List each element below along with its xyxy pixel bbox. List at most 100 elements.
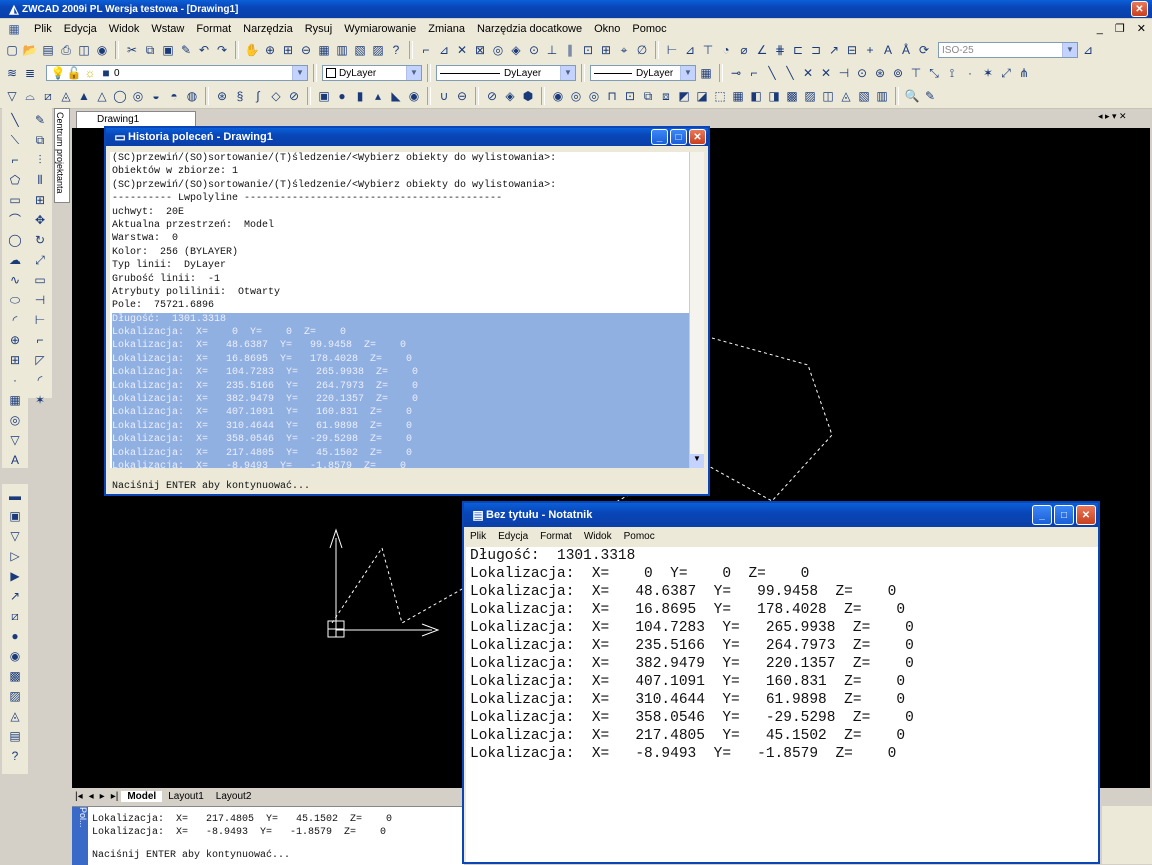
subtract-icon[interactable]: ⊖ <box>454 88 470 104</box>
main-title-bar[interactable]: ◭ ZWCAD 2009i PL Wersja testowa - [Drawi… <box>0 0 1152 18</box>
solid-dome-icon[interactable]: ◒ <box>148 88 164 104</box>
menu-narzedzia[interactable]: Narzędzia <box>237 23 299 35</box>
print-icon[interactable]: ⎙ <box>58 42 74 58</box>
plot-style-icon[interactable]: ▦ <box>698 65 714 81</box>
chevron-down-icon[interactable]: ▼ <box>680 66 695 80</box>
brush-icon[interactable]: ✎ <box>922 88 938 104</box>
zoom-realtime-icon[interactable]: ⊕ <box>262 42 278 58</box>
notepad-close-button[interactable]: ✕ <box>1076 505 1096 525</box>
dim-diameter-icon[interactable]: ⌀ <box>736 42 752 58</box>
trim-tool-icon[interactable]: ⊣ <box>32 292 48 308</box>
materials-tool-icon[interactable]: ▨ <box>7 688 23 704</box>
ray-icon[interactable]: ⊸ <box>728 65 744 81</box>
ray-tool-icon[interactable]: ⟍ <box>7 132 23 148</box>
prev-tab-arrow-icon[interactable]: ◂ <box>86 791 97 802</box>
render-tool-icon[interactable]: ▩ <box>7 668 23 684</box>
snap-tangent-icon[interactable]: ⊙ <box>526 42 542 58</box>
scroll-down-arrow-icon[interactable]: ▼ <box>690 454 704 468</box>
redo-icon[interactable]: ↷ <box>214 42 230 58</box>
scale-tool-icon[interactable]: ⤢ <box>32 252 48 268</box>
menu-wymiarowanie[interactable]: Wymiarowanie <box>338 23 422 35</box>
circle-tool-icon[interactable]: ◯ <box>7 232 23 248</box>
hatch-icon[interactable]: ⌓ <box>22 88 38 104</box>
rotate-icon[interactable]: ⊚ <box>890 65 906 81</box>
join-icon[interactable]: ⊤ <box>908 65 924 81</box>
menu-zmiana[interactable]: Zmiana <box>422 23 471 35</box>
dim-continue-icon[interactable]: ⊐ <box>808 42 824 58</box>
notepad-menu-pomoc[interactable]: Pomoc <box>618 531 661 542</box>
history-maximize-button[interactable]: □ <box>670 129 687 145</box>
lights-tool-icon[interactable]: ◬ <box>7 708 23 724</box>
notepad-text-area[interactable]: Długość: 1301.3318 Lokalizacja: X= 0 Y= 0… <box>466 547 1098 862</box>
view-top-icon[interactable]: ◉ <box>550 88 566 104</box>
mdi-minimize-button[interactable]: _ <box>1091 23 1109 35</box>
dim-ordinate-icon[interactable]: ⊤ <box>700 42 716 58</box>
lengthen-icon[interactable]: ⟟ <box>944 65 960 81</box>
ellipse-tool-icon[interactable]: ⬭ <box>7 292 23 308</box>
dim-update-icon[interactable]: ⟳ <box>916 42 932 58</box>
stretch-tool-icon[interactable]: ▭ <box>32 272 48 288</box>
notepad-menu-edycja[interactable]: Edycja <box>492 531 534 542</box>
copy-tool-icon[interactable]: ⧉ <box>32 132 48 148</box>
explode-icon[interactable]: ✶ <box>980 65 996 81</box>
pan-icon[interactable]: ✋ <box>244 42 260 58</box>
dim-center-mark-icon[interactable]: + <box>862 42 878 58</box>
line-icon[interactable]: ╲ <box>764 65 780 81</box>
snap-apparent-icon[interactable]: ⊠ <box>472 42 488 58</box>
snap-quadrant-icon[interactable]: ◈ <box>508 42 524 58</box>
ucs-world-tool-icon[interactable]: ▣ <box>7 508 23 524</box>
menu-widok[interactable]: Widok <box>103 23 146 35</box>
solid-torus-icon[interactable]: ◎ <box>130 88 146 104</box>
torus-icon[interactable]: ◉ <box>406 88 422 104</box>
paste-icon[interactable]: ▣ <box>160 42 176 58</box>
view-nw-iso-icon[interactable]: ⬚ <box>712 88 728 104</box>
layer-dropdown[interactable]: 💡 🔓 ☼ ■ 0 ▼ <box>46 65 308 81</box>
chevron-down-icon[interactable]: ▼ <box>406 66 421 80</box>
history-minimize-button[interactable]: _ <box>651 129 668 145</box>
color-dropdown[interactable]: DyLayer ▼ <box>322 65 422 81</box>
dim-quick-icon[interactable]: ⋕ <box>772 42 788 58</box>
render-icon[interactable]: ▩ <box>784 88 800 104</box>
scenes-tool-icon[interactable]: ▤ <box>7 728 23 744</box>
tab-model[interactable]: Model <box>121 790 163 802</box>
view-right-icon[interactable]: ⊓ <box>604 88 620 104</box>
help-tool-icon[interactable]: ? <box>7 748 23 764</box>
chamfer-tool-icon[interactable]: ◸ <box>32 352 48 368</box>
rectangle-tool-icon[interactable]: ▭ <box>7 192 23 208</box>
point-icon[interactable]: · <box>962 65 978 81</box>
materials-icon[interactable]: ▨ <box>802 88 818 104</box>
view-left-icon[interactable]: ◎ <box>586 88 602 104</box>
history-prompt[interactable]: Naciśnij ENTER aby kontynuować... <box>112 480 310 493</box>
text-tool-icon[interactable]: A <box>7 452 23 468</box>
menu-okno[interactable]: Okno <box>588 23 626 35</box>
notepad-minimize-button[interactable]: _ <box>1032 505 1052 525</box>
match-properties-icon[interactable]: ✎ <box>178 42 194 58</box>
dim-aligned-icon[interactable]: ⊿ <box>682 42 698 58</box>
snap-nearest-icon[interactable]: ⌖ <box>616 42 632 58</box>
tab-nav-arrows[interactable]: ◂ ▸ ▾ ✕ <box>1098 111 1150 125</box>
notepad-menu-widok[interactable]: Widok <box>578 531 618 542</box>
break-tool-icon[interactable]: ⌐ <box>32 332 48 348</box>
extend-icon[interactable]: ⊣ <box>836 65 852 81</box>
snap-intersection-icon[interactable]: ✕ <box>454 42 470 58</box>
next-tab-arrow-icon[interactable]: ▸ <box>97 791 108 802</box>
view-bottom-icon[interactable]: ◎ <box>568 88 584 104</box>
menu-wstaw[interactable]: Wstaw <box>145 23 190 35</box>
snap-midpoint-icon[interactable]: ⊿ <box>436 42 452 58</box>
erase-tool-icon[interactable]: ✎ <box>32 112 48 128</box>
ruled-surface-icon[interactable]: ◇ <box>268 88 284 104</box>
region-tool-icon[interactable]: ◎ <box>7 412 23 428</box>
offset-tool-icon[interactable]: ⫴ <box>32 172 48 188</box>
chevron-down-icon[interactable]: ▼ <box>560 66 575 80</box>
polygon-tool-icon[interactable]: ⬠ <box>7 172 23 188</box>
cylinder-icon[interactable]: ▮ <box>352 88 368 104</box>
insert-block-tool-icon[interactable]: ⊕ <box>7 332 23 348</box>
snap-none-icon[interactable]: ∅ <box>634 42 650 58</box>
ucs-view-tool-icon[interactable]: ▶ <box>7 568 23 584</box>
view-se-iso-icon[interactable]: ◩ <box>676 88 692 104</box>
make-block-tool-icon[interactable]: ⊞ <box>7 352 23 368</box>
arc-tool-icon[interactable]: ⌒ <box>7 212 23 228</box>
snap-perpendicular-icon[interactable]: ⊥ <box>544 42 560 58</box>
ucs-face-tool-icon[interactable]: ▷ <box>7 548 23 564</box>
preview-icon[interactable]: ◫ <box>76 42 92 58</box>
